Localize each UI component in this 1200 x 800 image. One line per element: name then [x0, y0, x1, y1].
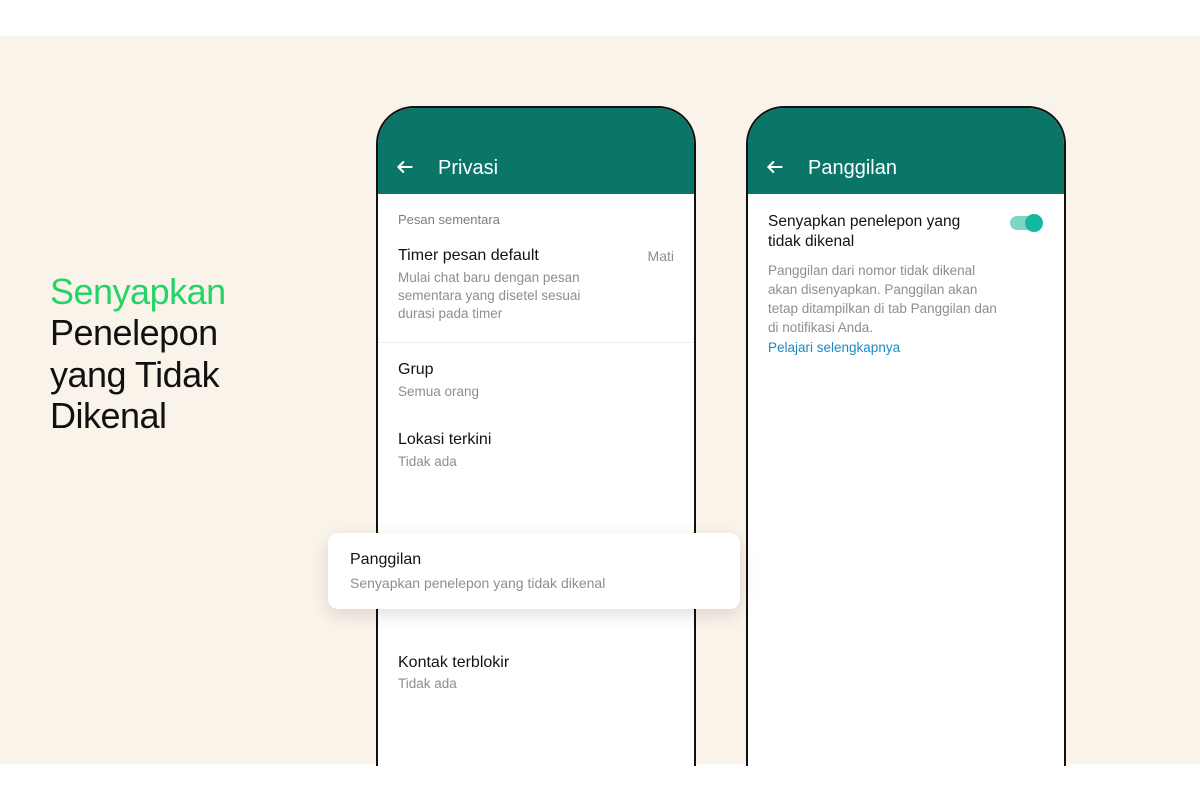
toggle-switch[interactable]	[1010, 214, 1044, 232]
toggle-title: Senyapkan penelepon yang tidak dikenal	[768, 212, 978, 252]
row-sub: Mulai chat baru dengan pesan sementara y…	[398, 269, 618, 324]
headline: Senyapkan Penelepon yang Tidak Dikenal	[50, 271, 330, 437]
row-live-location[interactable]: Lokasi terkini Tidak ada	[378, 415, 694, 485]
row-silence-unknown-callers[interactable]: Senyapkan penelepon yang tidak dikenal P…	[748, 194, 1064, 363]
row-sub: Senyapkan penelepon yang tidak dikenal	[350, 575, 718, 591]
appbar-title: Privasi	[438, 157, 498, 180]
back-arrow-icon[interactable]	[764, 156, 786, 178]
headline-line: Penelepon	[50, 312, 330, 353]
appbar-title: Panggilan	[808, 157, 897, 180]
appbar: Panggilan	[748, 108, 1064, 194]
row-title: Kontak terblokir	[398, 654, 674, 672]
back-arrow-icon[interactable]	[394, 156, 416, 178]
headline-line: Dikenal	[50, 395, 330, 436]
promo-canvas: Senyapkan Penelepon yang Tidak Dikenal P…	[0, 36, 1200, 764]
learn-more-link[interactable]: Pelajari selengkapnya	[768, 340, 998, 355]
row-title: Timer pesan default	[398, 247, 539, 265]
phone-mock-privacy: Privasi Pesan sementara Timer pesan defa…	[376, 106, 696, 766]
row-blocked-contacts[interactable]: Kontak terblokir Tidak ada	[398, 654, 674, 691]
row-value: Mati	[648, 248, 674, 264]
row-sub: Tidak ada	[398, 453, 618, 471]
row-sub: Tidak ada	[398, 676, 674, 691]
row-default-timer[interactable]: Timer pesan default Mati Mulai chat baru…	[378, 235, 694, 343]
appbar: Privasi	[378, 108, 694, 194]
row-sub: Semua orang	[398, 383, 618, 401]
row-calls-highlighted[interactable]: Panggilan Senyapkan penelepon yang tidak…	[328, 533, 740, 609]
toggle-description: Panggilan dari nomor tidak dikenal akan …	[768, 262, 998, 338]
phone-mock-calls: Panggilan Senyapkan penelepon yang tidak…	[746, 106, 1066, 766]
headline-accent-line: Senyapkan	[50, 271, 330, 312]
row-title: Grup	[398, 361, 434, 379]
section-header-disappearing: Pesan sementara	[378, 194, 694, 235]
row-groups[interactable]: Grup Semua orang	[378, 343, 694, 415]
row-title: Panggilan	[350, 551, 718, 569]
row-title: Lokasi terkini	[398, 431, 491, 449]
headline-line: yang Tidak	[50, 354, 330, 395]
toggle-knob	[1025, 214, 1043, 232]
